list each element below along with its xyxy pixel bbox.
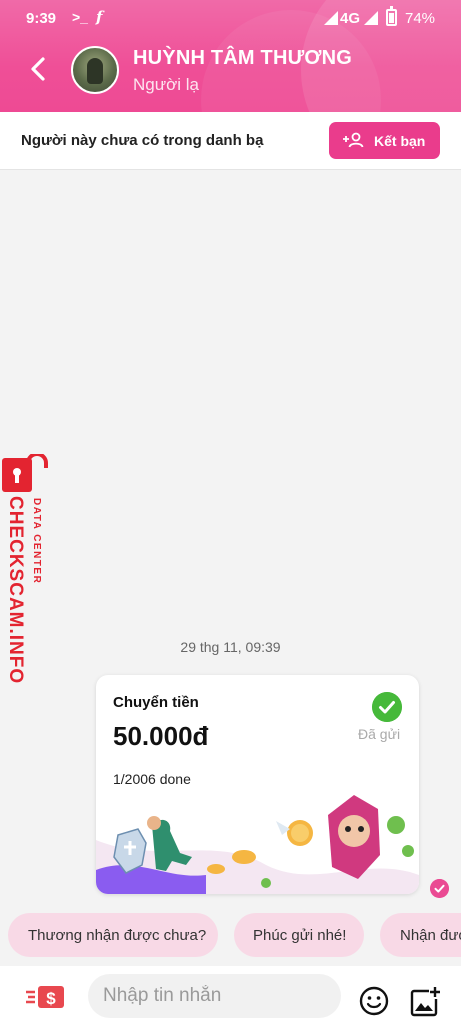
chat-header: 9:39 >_ f 4G 74% HUỲNH TÂM THƯƠNG Người … [0, 0, 461, 112]
contact-status: Người lạ [133, 75, 199, 94]
signal-icon [324, 11, 338, 25]
transfer-card[interactable]: Chuyển tiền 50.000đ 1/2006 done Đã gửi [96, 675, 419, 894]
send-money-icon[interactable]: $ [26, 984, 66, 1010]
battery-percent: 74% [405, 10, 436, 27]
message-input-bar: $ [0, 966, 461, 1024]
message-input[interactable] [88, 974, 341, 1018]
stranger-banner: Người này chưa có trong danh bạ Kết bạn [0, 112, 461, 170]
quick-reply-label: Nhận được [400, 927, 461, 944]
check-circle-icon [372, 692, 402, 722]
transfer-status: Đã gửi [358, 726, 401, 742]
transfer-title: Chuyển tiền [113, 694, 199, 711]
contact-name[interactable]: HUỲNH TÂM THƯƠNG [133, 47, 352, 70]
add-person-icon [343, 132, 364, 148]
back-icon[interactable] [24, 54, 54, 84]
transfer-illustration [96, 795, 419, 894]
watermark-subtitle: DATA CENTER [31, 498, 42, 585]
date-separator: 29 thg 11, 09:39 [180, 639, 281, 655]
transfer-note: 1/2006 done [113, 771, 191, 787]
add-image-icon[interactable] [409, 986, 441, 1018]
quick-reply-chip[interactable]: Phúc gửi nhé! [234, 913, 364, 957]
network-type: 4G [340, 10, 361, 27]
status-bar: 9:39 >_ f 4G 74% [0, 0, 461, 36]
status-time: 9:39 [26, 10, 57, 27]
quick-reply-chip[interactable]: Thương nhận được chưa? [8, 913, 218, 957]
signal-icon [364, 11, 378, 25]
add-friend-label: Kết bạn [374, 133, 426, 149]
facebook-icon: f [96, 8, 103, 26]
quick-reply-label: Phúc gửi nhé! [253, 927, 347, 944]
quick-reply-label: Thương nhận được chưa? [28, 927, 207, 944]
transfer-amount: 50.000đ [113, 721, 209, 751]
emoji-icon[interactable] [359, 986, 389, 1016]
stranger-notice: Người này chưa có trong danh bạ [21, 132, 264, 149]
svg-text:$: $ [46, 989, 56, 1008]
lock-icon [2, 454, 48, 492]
add-friend-button[interactable]: Kết bạn [329, 122, 440, 159]
battery-icon [386, 6, 397, 26]
terminal-icon: >_ [72, 9, 88, 25]
quick-reply-chip[interactable]: Nhận được [380, 913, 461, 957]
check-small-icon [430, 879, 449, 898]
avatar[interactable] [71, 46, 119, 94]
